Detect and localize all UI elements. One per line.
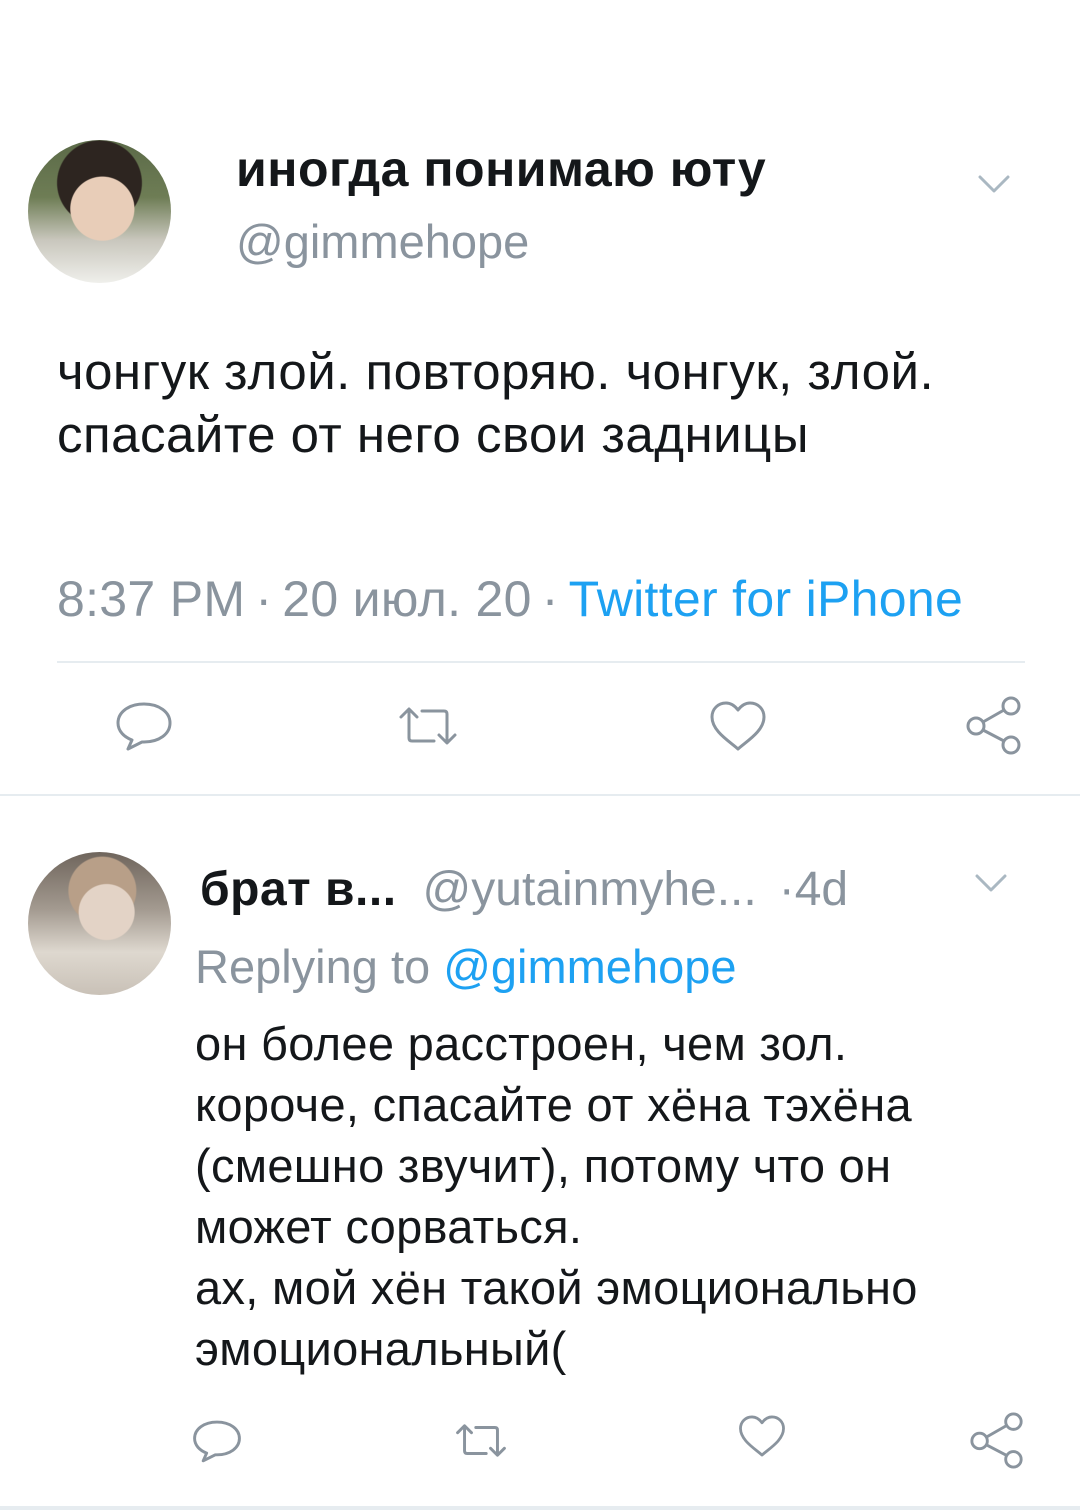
- reply-text-line: ах, мой хён такой эмоционально: [195, 1261, 918, 1314]
- share-icon[interactable]: [964, 695, 1024, 755]
- divider: [0, 794, 1080, 796]
- like-icon[interactable]: [738, 1414, 786, 1458]
- reply-text: он более расстроен, чем зол. короче, спа…: [195, 1013, 1055, 1379]
- replying-mention-link[interactable]: @gimmehope: [443, 940, 736, 993]
- reply-header: брат в... @yutainmyhe... ·4d: [200, 862, 848, 917]
- meta-separator: ·: [541, 571, 559, 627]
- replying-to: Replying to @gimmehope: [195, 939, 737, 994]
- avatar[interactable]: [28, 140, 171, 283]
- reply-text-line: эмоциональный(: [195, 1322, 567, 1375]
- retweet-icon[interactable]: [455, 1422, 507, 1459]
- retweet-icon[interactable]: [398, 705, 458, 747]
- tweet-source-link[interactable]: Twitter for iPhone: [569, 571, 963, 627]
- replying-label: Replying to: [195, 940, 431, 993]
- tweet-date: 20 июл. 20: [282, 571, 532, 627]
- divider: [57, 661, 1025, 663]
- divider: [0, 1506, 1080, 1510]
- reply-display-name[interactable]: брат в...: [200, 863, 397, 916]
- reply-icon[interactable]: [192, 1418, 242, 1464]
- avatar[interactable]: [28, 852, 171, 995]
- reply-age: 4d: [794, 863, 849, 916]
- tweet-meta: 8:37 PM · 20 июл. 20 · Twitter for iPhone: [57, 570, 963, 628]
- tweet-text: чонгук злой. повторяю. чонгук, злой. спа…: [57, 343, 935, 463]
- tweet-time: 8:37 PM: [57, 571, 246, 627]
- reply-user-handle[interactable]: @yutainmyhe...: [423, 863, 757, 916]
- reply-icon[interactable]: [115, 700, 173, 752]
- like-icon[interactable]: [709, 700, 767, 752]
- meta-separator: ·: [255, 571, 273, 627]
- display-name[interactable]: иногда понимаю юту: [236, 140, 766, 198]
- reply-text-line: (смешно звучит), потому что он: [195, 1139, 892, 1192]
- reply-text-line: может сорваться.: [195, 1200, 583, 1253]
- user-handle[interactable]: @gimmehope: [236, 214, 529, 269]
- reply-text-line: он более расстроен, чем зол.: [195, 1017, 848, 1070]
- chevron-down-icon[interactable]: [978, 174, 1010, 194]
- chevron-down-icon[interactable]: [975, 873, 1007, 893]
- share-icon[interactable]: [968, 1410, 1026, 1470]
- reply-text-line: короче, спасайте от хёна тэхёна: [195, 1078, 912, 1131]
- meta-separator: ·: [778, 863, 795, 916]
